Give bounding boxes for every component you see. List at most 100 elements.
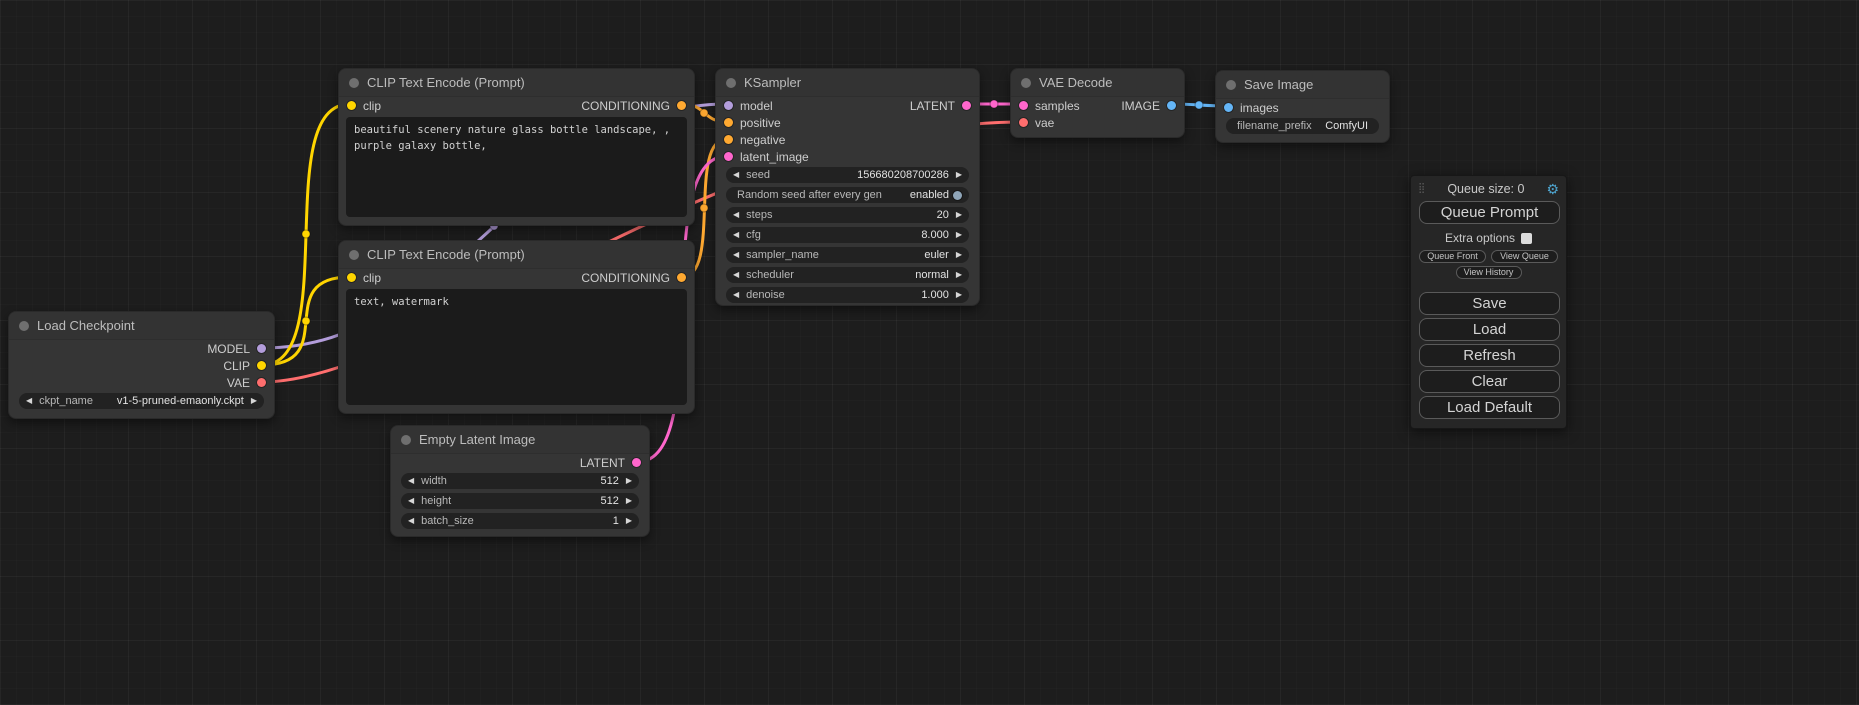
input-pin-latent-image[interactable] <box>724 152 733 161</box>
widget-increment-icon[interactable]: ▶ <box>956 211 962 219</box>
prompt-textarea[interactable]: beautiful scenery nature glass bottle la… <box>346 117 687 217</box>
widget-height[interactable]: ◀ height 512 ▶ <box>401 493 639 509</box>
input-pin-clip[interactable] <box>347 101 356 110</box>
widget-increment-icon[interactable]: ▶ <box>251 397 257 405</box>
widget-increment-icon[interactable]: ▶ <box>626 497 632 505</box>
widget-width[interactable]: ◀ width 512 ▶ <box>401 473 639 489</box>
widget-ckpt-name[interactable]: ◀ ckpt_name v1-5-pruned-emaonly.ckpt ▶ <box>19 393 264 409</box>
output-pin-conditioning[interactable] <box>677 101 686 110</box>
node-collapse-dot[interactable] <box>349 250 359 260</box>
output-pin-model[interactable] <box>257 344 266 353</box>
widget-filename-prefix[interactable]: filename_prefix ComfyUI <box>1226 118 1379 134</box>
widget-increment-icon[interactable]: ▶ <box>626 477 632 485</box>
node-clip-text-encode-negative[interactable]: CLIP Text Encode (Prompt) clip CONDITION… <box>338 240 695 414</box>
queue-size-label: Queue size: 0 <box>1429 182 1542 196</box>
widget-decrement-icon[interactable]: ◀ <box>408 497 414 505</box>
widget-batch-size[interactable]: ◀ batch_size 1 ▶ <box>401 513 639 529</box>
widget-decrement-icon[interactable]: ◀ <box>733 271 739 279</box>
slot-label: positive <box>740 116 781 130</box>
queue-prompt-button[interactable]: Queue Prompt <box>1419 201 1560 224</box>
input-pin-negative[interactable] <box>724 135 733 144</box>
drag-handle-icon[interactable]: ⣿ <box>1418 184 1425 194</box>
node-load-checkpoint[interactable]: Load Checkpoint MODEL CLIP VAE ◀ ckpt_na… <box>8 311 275 419</box>
view-history-button[interactable]: View History <box>1456 266 1522 279</box>
link-midpoint-dot <box>302 317 310 325</box>
widget-label: steps <box>746 209 772 221</box>
node-title-bar[interactable]: CLIP Text Encode (Prompt) <box>339 69 694 97</box>
node-collapse-dot[interactable] <box>349 78 359 88</box>
node-collapse-dot[interactable] <box>1226 80 1236 90</box>
input-pin-model[interactable] <box>724 101 733 110</box>
toggle-enabled-dot[interactable] <box>953 191 962 200</box>
input-pin-images[interactable] <box>1224 103 1233 112</box>
output-pin-latent[interactable] <box>962 101 971 110</box>
slot-label: clip <box>363 99 381 113</box>
widget-decrement-icon[interactable]: ◀ <box>733 211 739 219</box>
widget-value: euler <box>924 249 948 261</box>
widget-scheduler[interactable]: ◀ scheduler normal ▶ <box>726 267 969 283</box>
widget-increment-icon[interactable]: ▶ <box>956 231 962 239</box>
widget-decrement-icon[interactable]: ◀ <box>733 291 739 299</box>
widget-sampler-name[interactable]: ◀ sampler_name euler ▶ <box>726 247 969 263</box>
save-button[interactable]: Save <box>1419 292 1560 315</box>
output-pin-conditioning[interactable] <box>677 273 686 282</box>
node-collapse-dot[interactable] <box>19 321 29 331</box>
load-button[interactable]: Load <box>1419 318 1560 341</box>
node-empty-latent-image[interactable]: Empty Latent Image LATENT ◀ width 512 ▶ … <box>390 425 650 537</box>
input-pin-vae[interactable] <box>1019 118 1028 127</box>
widget-increment-icon[interactable]: ▶ <box>956 251 962 259</box>
output-pin-vae[interactable] <box>257 378 266 387</box>
widget-seed[interactable]: ◀ seed 156680208700286 ▶ <box>726 167 969 183</box>
node-collapse-dot[interactable] <box>1021 78 1031 88</box>
widget-increment-icon[interactable]: ▶ <box>956 171 962 179</box>
node-title-bar[interactable]: VAE Decode <box>1011 69 1184 97</box>
input-pin-positive[interactable] <box>724 118 733 127</box>
graph-canvas[interactable]: Load Checkpoint MODEL CLIP VAE ◀ ckpt_na… <box>0 0 1859 705</box>
node-title-bar[interactable]: Empty Latent Image <box>391 426 649 454</box>
widget-decrement-icon[interactable]: ◀ <box>733 171 739 179</box>
output-pin-latent[interactable] <box>632 458 641 467</box>
widget-decrement-icon[interactable]: ◀ <box>733 251 739 259</box>
node-title-bar[interactable]: CLIP Text Encode (Prompt) <box>339 241 694 269</box>
node-collapse-dot[interactable] <box>726 78 736 88</box>
clear-button[interactable]: Clear <box>1419 370 1560 393</box>
slot-label: images <box>1240 101 1279 115</box>
output-pin-image[interactable] <box>1167 101 1176 110</box>
settings-gear-icon[interactable]: ⚙ <box>1546 182 1559 196</box>
slot-label: CLIP <box>223 359 250 373</box>
output-slot-model: MODEL <box>9 340 274 357</box>
node-clip-text-encode-positive[interactable]: CLIP Text Encode (Prompt) clip CONDITION… <box>338 68 695 226</box>
input-pin-clip[interactable] <box>347 273 356 282</box>
output-pin-clip[interactable] <box>257 361 266 370</box>
input-slot-latent-image: latent_image <box>716 148 979 165</box>
input-slot-positive: positive <box>716 114 979 131</box>
queue-actions-row: Queue Front View Queue <box>1419 250 1558 263</box>
widget-decrement-icon[interactable]: ◀ <box>408 477 414 485</box>
output-slot-clip: CLIP <box>9 357 274 374</box>
node-save-image[interactable]: Save Image images filename_prefix ComfyU… <box>1215 70 1390 143</box>
widget-decrement-icon[interactable]: ◀ <box>408 517 414 525</box>
queue-front-button[interactable]: Queue Front <box>1419 250 1486 263</box>
node-title-bar[interactable]: KSampler <box>716 69 979 97</box>
widget-cfg[interactable]: ◀ cfg 8.000 ▶ <box>726 227 969 243</box>
node-vae-decode[interactable]: VAE Decode samples IMAGE vae <box>1010 68 1185 138</box>
node-ksampler[interactable]: KSampler model LATENT positive negative … <box>715 68 980 306</box>
refresh-button[interactable]: Refresh <box>1419 344 1560 367</box>
widget-denoise[interactable]: ◀ denoise 1.000 ▶ <box>726 287 969 303</box>
widget-increment-icon[interactable]: ▶ <box>956 291 962 299</box>
widget-steps[interactable]: ◀ steps 20 ▶ <box>726 207 969 223</box>
prompt-textarea[interactable]: text, watermark <box>346 289 687 405</box>
node-title-bar[interactable]: Save Image <box>1216 71 1389 99</box>
input-pin-samples[interactable] <box>1019 101 1028 110</box>
extra-options-checkbox[interactable] <box>1521 233 1532 244</box>
view-queue-button[interactable]: View Queue <box>1491 250 1558 263</box>
node-title-bar[interactable]: Load Checkpoint <box>9 312 274 340</box>
node-collapse-dot[interactable] <box>401 435 411 445</box>
widget-random-seed-toggle[interactable]: Random seed after every gen enabled <box>726 187 969 203</box>
widget-increment-icon[interactable]: ▶ <box>956 271 962 279</box>
widget-decrement-icon[interactable]: ◀ <box>26 397 32 405</box>
widget-decrement-icon[interactable]: ◀ <box>733 231 739 239</box>
widget-increment-icon[interactable]: ▶ <box>626 517 632 525</box>
load-default-button[interactable]: Load Default <box>1419 396 1560 419</box>
widget-label: scheduler <box>746 269 794 281</box>
